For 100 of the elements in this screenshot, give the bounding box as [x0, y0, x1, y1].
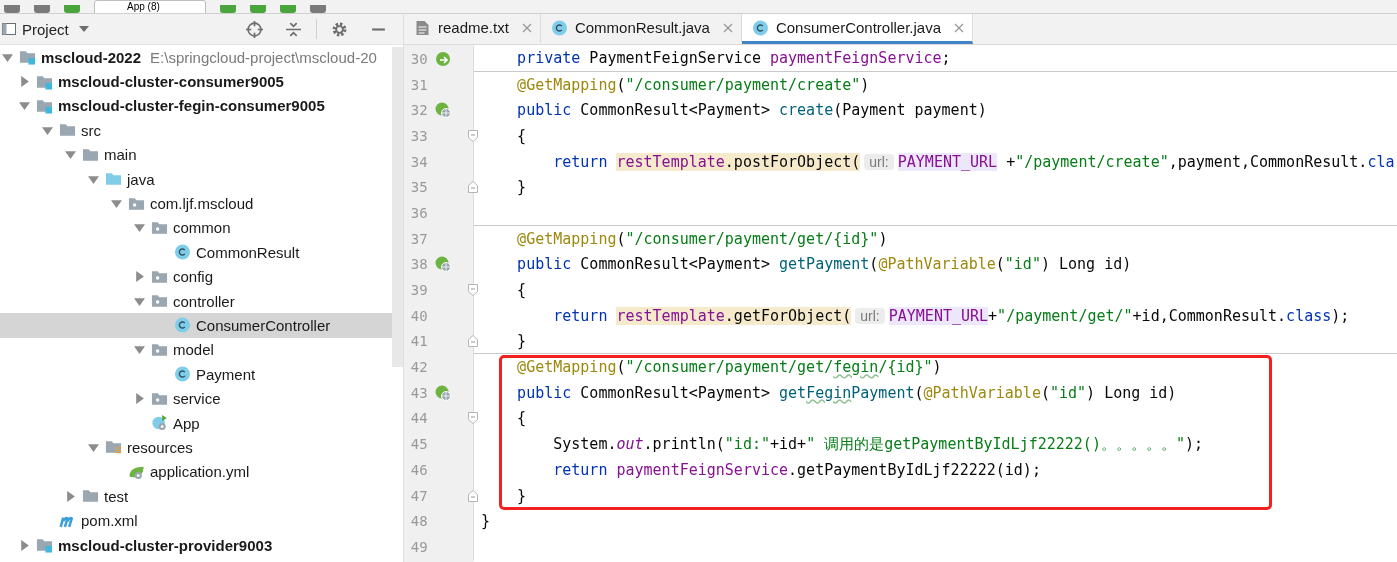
collapsed-arrow-icon[interactable] [18, 76, 30, 88]
fold-marker-icon[interactable] [468, 129, 478, 142]
tree-item[interactable]: com.ljf.mscloud [0, 191, 392, 216]
editor-tab[interactable]: CommonResult.java [540, 14, 742, 44]
tree-item[interactable]: config [0, 264, 392, 289]
tree-item[interactable]: Payment [0, 362, 392, 387]
collapsed-arrow-icon[interactable] [133, 271, 145, 283]
code-line: { [516, 280, 528, 302]
code-line: private PaymentFeignService paymentFeignService; [474, 46, 1397, 72]
item-label: pom.xml [81, 512, 138, 530]
line-number: 44 [409, 410, 428, 427]
collapsed-arrow-icon[interactable] [133, 393, 145, 405]
settings-icon[interactable] [331, 20, 348, 38]
toolbar-icon[interactable] [310, 5, 326, 13]
expanded-arrow-icon[interactable] [133, 295, 145, 307]
close-icon[interactable] [521, 22, 532, 33]
item-label: service [173, 390, 221, 408]
package-folder-icon [151, 219, 168, 236]
expanded-arrow-icon[interactable] [41, 124, 53, 136]
expanded-arrow-icon[interactable] [1, 51, 13, 63]
run-config-dropdown[interactable]: App (8) [94, 0, 206, 13]
tree-item[interactable]: ConsumerController [0, 313, 392, 338]
item-label: mscloud-cluster-consumer9005 [58, 73, 284, 91]
collapse-all-icon[interactable] [285, 20, 302, 38]
expanded-arrow-icon[interactable] [87, 173, 99, 185]
tree-item[interactable]: src [0, 118, 392, 143]
scrollbar[interactable] [392, 47, 403, 367]
close-icon[interactable] [722, 22, 733, 33]
tree-item[interactable]: pom.xml [0, 508, 392, 533]
package-folder-icon [151, 390, 168, 407]
tree-item[interactable]: resources [0, 435, 392, 460]
line-number: 40 [409, 307, 428, 324]
line-number: 43 [409, 384, 428, 401]
item-label: main [104, 146, 137, 164]
toolbar-icon[interactable] [64, 5, 80, 13]
web-gutter-icon[interactable] [435, 384, 452, 401]
tree-item[interactable]: controller [0, 288, 392, 314]
item-label: CommonResult [196, 243, 300, 261]
web-gutter-icon[interactable] [435, 102, 452, 119]
run-class-icon [151, 415, 168, 432]
code-line: @GetMapping("/consumer/payment/get/{id}") [516, 228, 889, 250]
line-number: 49 [409, 538, 428, 555]
tab-label: CommonResult.java [574, 19, 710, 36]
panel-title[interactable]: Project [22, 20, 69, 38]
fold-marker-icon[interactable] [468, 284, 478, 297]
line-number: 34 [409, 153, 428, 170]
tree-item[interactable]: mscloud-cluster-consumer9005 [0, 69, 392, 94]
item-label: controller [173, 292, 235, 310]
expanded-arrow-icon[interactable] [110, 198, 122, 210]
module-folder-icon [36, 73, 53, 90]
fold-marker-icon[interactable] [468, 489, 478, 502]
tree-item[interactable]: mscloud-2022 E:\springcloud-project\mscloud-20 [0, 45, 392, 70]
item-label: application.yml [150, 463, 250, 481]
bean-gutter-icon[interactable] [435, 50, 452, 67]
expanded-arrow-icon[interactable] [18, 100, 30, 112]
code-line: return restTemplate.postForObject( url: PAYMENT_URL +"/payment/create",payment,CommonResult.cla [552, 151, 1396, 173]
tree-item[interactable]: application.yml [0, 459, 392, 485]
dropdown-caret-icon[interactable] [78, 26, 89, 32]
line-number: 39 [409, 282, 428, 299]
panel-icon [2, 23, 16, 35]
tree-item[interactable]: mscloud-cluster-fegin-consumer9005 [0, 93, 392, 119]
collapsed-arrow-icon[interactable] [64, 490, 76, 502]
tab-label: readme.txt [438, 19, 509, 36]
web-gutter-icon[interactable] [435, 256, 452, 273]
expanded-arrow-icon[interactable] [133, 222, 145, 234]
tree-item[interactable]: main [0, 142, 392, 167]
fold-marker-icon[interactable] [468, 335, 478, 348]
code-line: } [516, 177, 528, 199]
line-number: 36 [409, 204, 428, 221]
tree-item[interactable]: mscloud-cluster-provider9003 [0, 532, 392, 558]
toolbar-icon[interactable] [4, 5, 20, 13]
tree-item[interactable]: App [0, 410, 392, 436]
close-icon[interactable] [954, 22, 964, 33]
module-folder-icon [36, 537, 53, 553]
item-label: java [127, 170, 155, 188]
line-number: 48 [409, 513, 428, 530]
text-file-icon [414, 19, 431, 36]
folder-icon [82, 488, 99, 505]
tab-label: ConsumerController.java [775, 19, 941, 36]
tree-item[interactable]: java [0, 166, 392, 192]
locate-icon[interactable] [246, 20, 263, 38]
module-folder-icon [19, 49, 36, 66]
code-line: @GetMapping("/consumer/payment/get/fegin/{id}") [516, 357, 943, 379]
expanded-arrow-icon[interactable] [87, 441, 99, 453]
tree-item[interactable]: service [0, 386, 392, 411]
tree-item[interactable]: test [0, 484, 392, 509]
editor-tab[interactable]: readme.txt [404, 14, 541, 44]
tree-item[interactable]: common [0, 215, 392, 241]
toolbar-icon[interactable] [34, 5, 50, 13]
tree-item[interactable]: CommonResult [0, 240, 392, 265]
item-label: com.ljf.mscloud [150, 195, 254, 213]
expanded-arrow-icon[interactable] [133, 344, 145, 356]
tree-item[interactable]: model [0, 337, 392, 363]
fold-marker-icon[interactable] [468, 412, 478, 425]
expanded-arrow-icon[interactable] [64, 149, 76, 161]
item-label: mscloud-cluster-provider9003 [58, 536, 273, 554]
editor-tab[interactable]: ConsumerController.java [741, 14, 973, 44]
fold-marker-icon[interactable] [468, 181, 478, 194]
collapsed-arrow-icon[interactable] [18, 539, 30, 551]
item-label: src [81, 121, 101, 139]
